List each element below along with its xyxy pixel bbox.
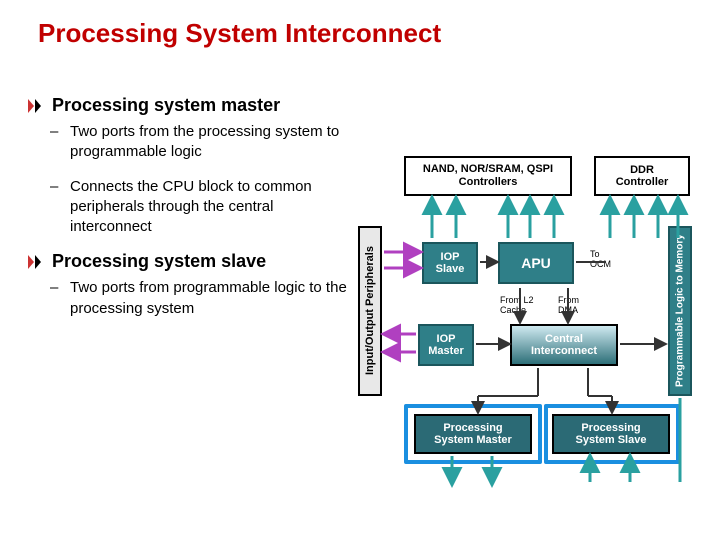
bullet: Two ports from the processing system to … bbox=[56, 122, 348, 163]
heading-master: Processing system master bbox=[28, 95, 348, 116]
heading-master-text: Processing system master bbox=[52, 95, 280, 116]
master-bullets: Two ports from the processing system to … bbox=[56, 122, 348, 237]
block-prog-logic-memory: Programmable Logic to Memory bbox=[668, 226, 692, 396]
bullet: Connects the CPU block to common periphe… bbox=[56, 177, 348, 238]
block-memory-controllers: NAND, NOR/SRAM, QSPI Controllers bbox=[404, 156, 572, 196]
heading-slave: Processing system slave bbox=[28, 251, 348, 272]
label-to-ocm: ToOCM bbox=[590, 250, 620, 270]
page-title: Processing System Interconnect bbox=[38, 18, 720, 49]
text-content: Processing system master Two ports from … bbox=[28, 95, 348, 319]
heading-slave-text: Processing system slave bbox=[52, 251, 266, 272]
chevron-icon bbox=[28, 255, 46, 269]
block-iop-master: IOP Master bbox=[418, 324, 474, 366]
block-io-peripherals: Input/Output Peripherals bbox=[358, 226, 382, 396]
label-from-l2: From L2Cache bbox=[500, 296, 534, 316]
block-ddr-controller: DDR Controller bbox=[594, 156, 690, 196]
chevron-icon bbox=[28, 99, 46, 113]
highlight-ps-master bbox=[404, 404, 542, 464]
block-diagram: NAND, NOR/SRAM, QSPI Controllers DDR Con… bbox=[358, 156, 708, 516]
highlight-ps-slave bbox=[544, 404, 680, 464]
block-iop-slave: IOP Slave bbox=[422, 242, 478, 284]
label-from-dma: FromDMA bbox=[558, 296, 579, 316]
block-central-interconnect: Central Interconnect bbox=[510, 324, 618, 366]
slave-bullets: Two ports from programmable logic to the… bbox=[56, 278, 348, 319]
block-apu: APU bbox=[498, 242, 574, 284]
bullet: Two ports from programmable logic to the… bbox=[56, 278, 348, 319]
